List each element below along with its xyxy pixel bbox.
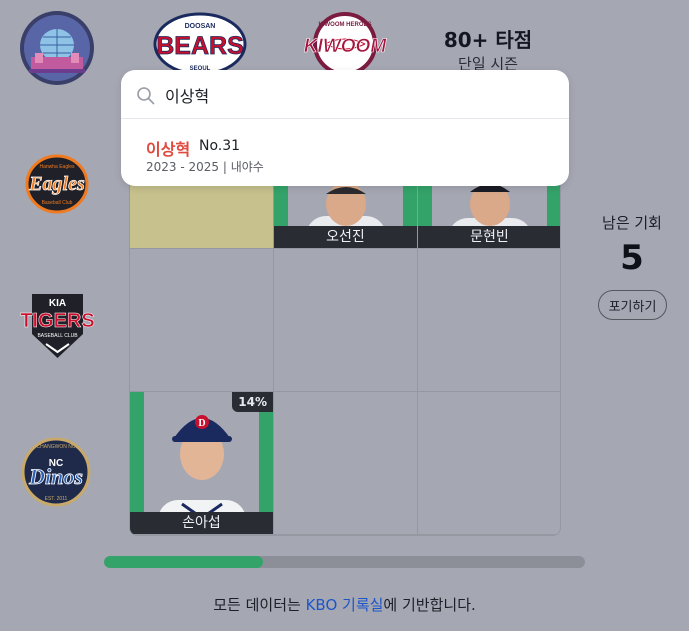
svg-text:BASEBALL CLUB: BASEBALL CLUB <box>37 333 78 339</box>
result-player-meta: 2023 - 2025 | 내야수 <box>146 160 264 174</box>
svg-text:Hanwha Eagles: Hanwha Eagles <box>39 164 75 170</box>
svg-text:KIA: KIA <box>49 298 66 309</box>
svg-text:TIGERS: TIGERS <box>20 310 94 332</box>
svg-text:KIWOOM HEROES: KIWOOM HEROES <box>318 22 371 28</box>
search-input[interactable] <box>165 82 545 108</box>
grid-cell-r1-c0[interactable] <box>130 249 274 392</box>
hanwha-eagles-logo: Hanwha Eagles Eagles Baseball Club <box>8 154 106 214</box>
pick-percentage-badge: 14% <box>232 392 273 412</box>
footer-note: 모든 데이터는 KBO 기록실에 기반합니다. <box>0 594 689 615</box>
progress-bar <box>104 556 585 568</box>
player-search-dialog: 이상혁 No.31 2023 - 2025 | 내야수 <box>121 70 569 186</box>
nc-dinos-logo: CHANGWON NC NC Dinos EST. 2011 <box>6 436 106 508</box>
search-result-item[interactable]: 이상혁 No.31 2023 - 2025 | 내야수 <box>121 120 569 184</box>
svg-text:Dinos: Dinos <box>28 464 83 489</box>
svg-text:BEARS: BEARS <box>156 32 244 60</box>
kiwoom-heroes-logo: KIWOOM HEROES KIWOOM <box>295 8 395 72</box>
player-name: 손아섭 <box>130 512 273 534</box>
svg-text:Eagles: Eagles <box>28 173 85 195</box>
svg-text:D: D <box>198 418 205 429</box>
player-name: 문현빈 <box>418 226 560 248</box>
svg-text:EST. 2011: EST. 2011 <box>45 496 68 502</box>
grid-cell-r2-c1[interactable] <box>274 392 418 535</box>
footer-prefix: 모든 데이터는 <box>213 596 306 614</box>
progress-fill <box>104 556 263 568</box>
result-player-name: 이상혁 <box>146 140 191 159</box>
result-player-number: No.31 <box>199 138 241 154</box>
footer-suffix: 에 기반합니다. <box>383 596 476 614</box>
svg-text:CHANGWON NC: CHANGWON NC <box>37 444 76 450</box>
grid-cell-r2-c2[interactable] <box>418 392 560 535</box>
svg-text:KIWOOM: KIWOOM <box>304 36 387 57</box>
kbo-records-link[interactable]: KBO 기록실 <box>306 596 384 614</box>
kia-tigers-logo: KIA TIGERS BASEBALL CLUB <box>10 290 105 362</box>
search-input-row <box>121 70 569 119</box>
criteria-title: 80+ 타점 <box>443 28 533 52</box>
svg-text:Baseball Club: Baseball Club <box>42 200 73 206</box>
remaining-label: 남은 기회 <box>602 214 662 232</box>
doosan-bears-logo: DOOSAN BEARS SEOUL <box>150 8 250 72</box>
svg-text:DOOSAN: DOOSAN <box>185 23 216 30</box>
player-name: 오선진 <box>274 226 417 248</box>
give-up-button[interactable]: 포기하기 <box>598 290 667 320</box>
grid-cell-r1-c1[interactable] <box>274 249 418 392</box>
grid-cell-r1-c2[interactable] <box>418 249 560 392</box>
search-icon <box>136 86 156 110</box>
grid-cell-r2-c0[interactable]: D 14% 손아섭 <box>130 392 274 535</box>
dome-stadium-icon <box>17 9 97 87</box>
remaining-count: 5 <box>620 238 644 278</box>
